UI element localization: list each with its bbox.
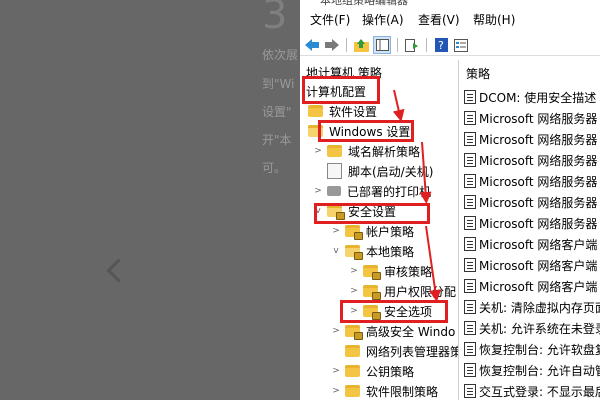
policy-icon — [464, 174, 476, 188]
list-item[interactable]: Microsoft 网络服务器 — [464, 108, 597, 128]
window-title: 本地组策略编辑器 — [320, 0, 408, 7]
forward-arrow-icon[interactable] — [324, 37, 340, 53]
toolbar-separator — [426, 38, 427, 52]
previous-chevron-icon[interactable] — [106, 258, 131, 283]
list-item[interactable]: Microsoft 网络服务器 — [464, 171, 597, 191]
article-line: 设置" — [262, 105, 292, 119]
list-item[interactable]: Microsoft 网络客户端 — [464, 276, 597, 296]
arrow-annotation — [392, 89, 405, 122]
policy-label: 交互式登录: 不显示最后 — [479, 384, 600, 399]
policy-icon — [464, 153, 476, 167]
list-item[interactable]: Microsoft 网络服务器 — [464, 213, 597, 233]
arrow-annotation — [419, 141, 432, 204]
background-article: 3 依次展 到"Wi 设置" 开"本 可。 — [0, 0, 300, 400]
list-item[interactable]: 交互式登录: 不显示最后 — [464, 381, 600, 400]
list-item[interactable]: Microsoft 网络服务器 — [464, 150, 597, 170]
menu-bar: 本地组策略编辑器 文件(F) 操作(A) 查看(V) 帮助(H) — [300, 0, 600, 35]
column-header-policy[interactable]: 策略 — [466, 65, 490, 82]
policy-icon — [464, 384, 476, 398]
policy-label: 恢复控制台: 允许软盘复 — [479, 342, 600, 357]
list-item[interactable]: Microsoft 网络客户端 — [464, 255, 597, 275]
toolbar: ? — [300, 35, 600, 56]
article-line: 可。 — [262, 161, 287, 175]
policy-icon — [464, 258, 476, 272]
step-number: 3 — [262, 0, 288, 38]
policy-label: Microsoft 网络服务器 — [479, 153, 598, 168]
policy-list-pane: 策略 DCOM: 使用安全描述 Microsoft 网络服务器 Microsof… — [460, 60, 600, 400]
policy-label: Microsoft 网络客户端 — [479, 237, 598, 252]
policy-label: 关机: 清除虚拟内存页面 — [479, 300, 600, 315]
policy-label: Microsoft 网络服务器 — [479, 195, 598, 210]
policy-label: Microsoft 网络服务器 — [479, 132, 598, 147]
menu-action[interactable]: 操作(A) — [362, 11, 404, 28]
svg-text:?: ? — [438, 39, 444, 52]
policy-label: Microsoft 网络服务器 — [479, 111, 598, 126]
menu-view[interactable]: 查看(V) — [418, 11, 460, 28]
toolbar-separator — [346, 38, 347, 52]
policy-icon — [464, 90, 476, 104]
policy-label: Microsoft 网络客户端 — [479, 258, 598, 273]
policy-icon — [464, 111, 476, 125]
list-item[interactable]: 关机: 清除虚拟内存页面 — [464, 297, 600, 317]
properties-icon[interactable] — [453, 37, 469, 53]
article-line: 到"Wi — [262, 77, 295, 91]
group-policy-editor-window: 本地组策略编辑器 文件(F) 操作(A) 查看(V) 帮助(H) ? 地计算机 … — [300, 0, 600, 400]
list-item[interactable]: Microsoft 网络服务器 — [464, 192, 597, 212]
policy-icon — [464, 279, 476, 293]
policy-icon — [464, 216, 476, 230]
list-item[interactable]: 恢复控制台: 允许自动管 — [464, 360, 600, 380]
list-item[interactable]: 恢复控制台: 允许软盘复 — [464, 339, 600, 359]
menu-help[interactable]: 帮助(H) — [473, 11, 515, 28]
article-line: 开"本 — [262, 133, 292, 147]
policy-label: Microsoft 网络客户端 — [479, 279, 598, 294]
annotation-arrows — [392, 89, 442, 302]
back-arrow-icon[interactable] — [304, 37, 320, 53]
list-item[interactable]: 关机: 允许系统在未登录 — [464, 318, 600, 338]
policy-icon — [464, 132, 476, 146]
list-item[interactable]: Microsoft 网络服务器 — [464, 129, 597, 149]
policy-icon — [464, 363, 476, 377]
policy-label: Microsoft 网络服务器 — [479, 216, 598, 231]
policy-label: 关机: 允许系统在未登录 — [479, 321, 600, 336]
policy-icon — [464, 300, 476, 314]
up-folder-icon[interactable] — [353, 37, 369, 53]
policy-label: Microsoft 网络服务器 — [479, 174, 598, 189]
toolbar-separator — [397, 38, 398, 52]
help-icon[interactable]: ? — [433, 37, 449, 53]
policy-label: 恢复控制台: 允许自动管 — [479, 363, 600, 378]
arrow-annotation — [425, 225, 442, 302]
menu-file[interactable]: 文件(F) — [310, 11, 350, 28]
policy-icon — [464, 342, 476, 356]
policy-label: DCOM: 使用安全描述 — [479, 90, 597, 105]
list-item[interactable]: Microsoft 网络客户端 — [464, 234, 597, 254]
policy-icon — [464, 321, 476, 335]
show-hide-tree-icon[interactable] — [373, 36, 391, 54]
policy-icon — [464, 195, 476, 209]
list-item[interactable]: DCOM: 使用安全描述 — [464, 87, 596, 107]
export-list-icon[interactable] — [404, 37, 420, 53]
policy-icon — [464, 237, 476, 251]
article-line: 依次展 — [262, 48, 299, 62]
navigation-tree: 地计算机 策略 计算机配置 软件设置 Windows 设置 > 域名解析策略 脚… — [300, 60, 459, 400]
